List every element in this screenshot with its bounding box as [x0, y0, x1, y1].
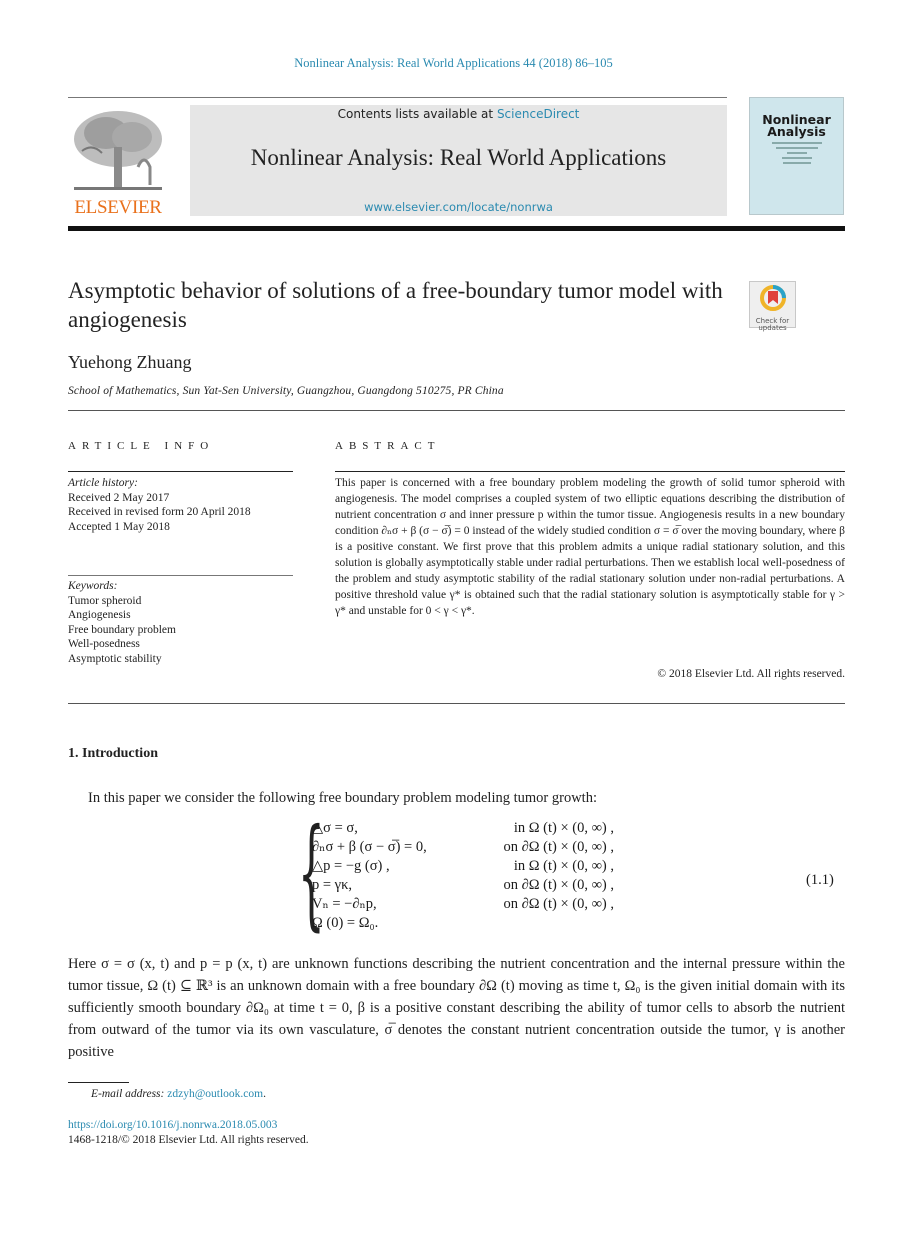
intro-lead-sentence: In this paper we consider the following …: [88, 790, 597, 806]
article-info-heading: ARTICLE INFO: [68, 440, 215, 452]
keywords-label: Keywords:: [68, 580, 118, 592]
cover-decoration: [767, 142, 827, 164]
email-label: E-mail address:: [91, 1088, 168, 1100]
abstract-text: This paper is concerned with a free boun…: [335, 477, 845, 617]
footnote-rule: [68, 1082, 129, 1083]
contents-prefix: Contents lists available at: [337, 107, 497, 121]
abstract-copyright: © 2018 Elsevier Ltd. All rights reserved…: [657, 668, 845, 680]
history-item: Received 2 May 2017: [68, 491, 170, 504]
history-item: Received in revised form 20 April 2018: [68, 506, 251, 518]
author-affiliation: School of Mathematics, Sun Yat-Sen Unive…: [68, 385, 504, 397]
header-thick-rule: [68, 226, 845, 231]
elsevier-wordmark: ELSEVIER: [74, 197, 162, 218]
equation-domain: in Ω (t) × (0, ∞) ,: [513, 858, 614, 874]
article-info-rule: [68, 471, 293, 472]
journal-url[interactable]: www.elsevier.com/locate/nonrwa: [364, 200, 553, 214]
author-name[interactable]: Yuehong Zhuang: [68, 352, 191, 373]
equation-number: (1.1): [806, 872, 834, 888]
equation-lhs: Ω (0) = Ω₀.: [312, 915, 379, 931]
check-for-updates-button[interactable]: Check for updates: [749, 281, 796, 332]
equation-lhs: ∂ₙσ + β (σ − σ̅) = 0,: [312, 839, 427, 855]
history-item: Accepted 1 May 2018: [68, 520, 170, 533]
intro-paragraph: Here σ = σ (x, t) and p = p (x, t) are u…: [68, 956, 845, 1060]
doi-link[interactable]: https://doi.org/10.1016/j.nonrwa.2018.05…: [68, 1119, 277, 1131]
keyword-item: Tumor spheroid: [68, 594, 142, 607]
cover-title-line-2: Analysis: [767, 124, 826, 139]
abstract-bottom-rule: [68, 703, 845, 704]
article-history: Article history: Received 2 May 2017 Rec…: [68, 476, 293, 534]
equation-domain: on ∂Ω (t) × (0, ∞) ,: [503, 839, 614, 855]
article-history-label: Article history:: [68, 477, 138, 489]
equation-lhs: p = γκ,: [312, 877, 353, 893]
check-updates-icon: [759, 285, 786, 311]
keywords-list: Keywords: Tumor spheroid Angiogenesis Fr…: [68, 579, 293, 666]
equation-lhs: Vₙ = −∂ₙp,: [312, 896, 377, 912]
sciencedirect-link[interactable]: ScienceDirect: [497, 107, 579, 121]
keywords-rule: [68, 575, 293, 576]
article-title: Asymptotic behavior of solutions of a fr…: [68, 278, 723, 332]
keyword-item: Asymptotic stability: [68, 652, 162, 665]
journal-reference[interactable]: Nonlinear Analysis: Real World Applicati…: [0, 56, 907, 71]
keyword-item: Angiogenesis: [68, 609, 131, 621]
equation-domain: on ∂Ω (t) × (0, ∞) ,: [503, 896, 614, 912]
equation-lhs: △σ = σ,: [312, 820, 358, 836]
email-link[interactable]: zdzyh@outlook.com: [167, 1088, 263, 1100]
front-matter-rule: [68, 410, 845, 411]
contents-line: Contents lists available at ScienceDirec…: [190, 107, 727, 121]
email-suffix: .: [263, 1088, 266, 1100]
journal-url-link[interactable]: www.elsevier.com/locate/nonrwa: [190, 200, 727, 214]
keyword-item: Free boundary problem: [68, 623, 176, 636]
keyword-item: Well-posedness: [68, 638, 140, 650]
header-top-rule: [68, 97, 727, 98]
equation-domain: on ∂Ω (t) × (0, ∞) ,: [503, 877, 614, 893]
equation-domain: in Ω (t) × (0, ∞) ,: [513, 820, 614, 836]
email-footnote: E-mail address: zdzyh@outlook.com.: [91, 1088, 266, 1100]
issn-copyright: 1468-1218/© 2018 Elsevier Ltd. All right…: [68, 1134, 309, 1146]
check-updates-label-2: updates: [758, 324, 787, 332]
journal-title: Nonlinear Analysis: Real World Applicati…: [250, 145, 667, 170]
equation-lhs: △p = −g (σ) ,: [312, 858, 390, 874]
section-title-introduction: 1. Introduction: [68, 746, 158, 761]
abstract-rule: [335, 471, 845, 472]
abstract-heading: ABSTRACT: [335, 440, 441, 452]
doi-line[interactable]: https://doi.org/10.1016/j.nonrwa.2018.05…: [68, 1119, 277, 1131]
journal-cover-thumbnail[interactable]: Nonlinear Analysis: [749, 97, 844, 215]
